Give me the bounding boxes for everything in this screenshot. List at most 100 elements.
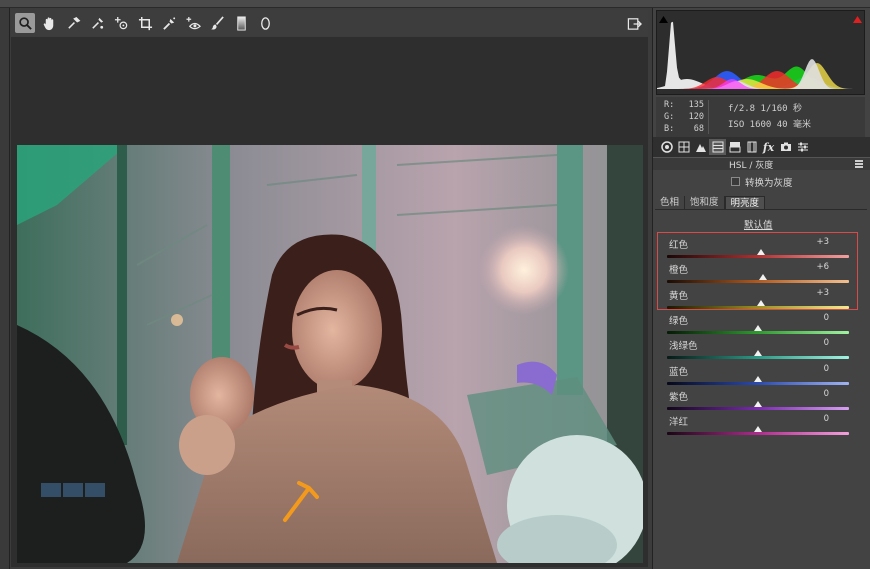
- slider-blue: 蓝色 0: [667, 364, 851, 389]
- slider-magenta-track[interactable]: [667, 432, 849, 436]
- red-eye-tool[interactable]: [183, 13, 203, 33]
- slider-magenta-value[interactable]: 0: [824, 414, 829, 424]
- section-title: HSL / 灰度: [729, 161, 774, 171]
- brush-icon: [210, 15, 224, 29]
- subtab-luminance[interactable]: 明亮度: [724, 196, 766, 209]
- fx-icon: fx: [762, 140, 775, 154]
- hsl-subtabs: 色相 饱和度 明亮度: [655, 196, 867, 210]
- magnifier-icon: [18, 16, 32, 30]
- window-frame-top: [0, 0, 870, 8]
- lens-icon: [747, 141, 756, 153]
- panel-tabs: fx: [653, 137, 870, 157]
- radial-filter-tool[interactable]: [255, 13, 275, 33]
- sliders-icon: [797, 142, 808, 152]
- convert-grayscale-checkbox[interactable]: [731, 177, 740, 186]
- spot-removal-tool[interactable]: [159, 13, 179, 33]
- slider-blue-track[interactable]: [667, 381, 849, 385]
- slider-green-label: 绿色: [669, 315, 689, 327]
- g-label: G:: [664, 112, 675, 122]
- g-readout: G: 120: [664, 112, 704, 122]
- mountain-icon: [695, 144, 706, 152]
- image-canvas[interactable]: [11, 37, 648, 567]
- eyedropper-icon: [67, 16, 80, 29]
- shadow-clip-icon: [659, 16, 668, 23]
- slider-aqua-thumb[interactable]: [754, 350, 762, 357]
- camera-icon: [780, 142, 791, 151]
- highlight-clipping-toggle[interactable]: [853, 13, 862, 23]
- tab-split-toning[interactable]: [726, 139, 743, 155]
- tab-tone-curve[interactable]: [675, 139, 692, 155]
- tab-presets[interactable]: [794, 139, 811, 155]
- hand-tool[interactable]: [39, 13, 59, 33]
- convert-grayscale-label: 转换为灰度: [745, 178, 793, 189]
- slider-purple-label: 紫色: [669, 391, 689, 403]
- shadow-clipping-toggle[interactable]: [659, 13, 668, 23]
- highlight-annotation: [657, 232, 858, 310]
- tab-hsl[interactable]: [709, 139, 726, 155]
- graduated-filter-tool[interactable]: [231, 13, 251, 33]
- g-value: 120: [688, 112, 704, 122]
- subtab-hue[interactable]: 色相: [655, 196, 686, 209]
- target-adjust-tool[interactable]: [111, 13, 131, 33]
- sampler-icon: [91, 17, 103, 29]
- curve-grid-icon: [678, 141, 689, 153]
- slider-aqua-value[interactable]: 0: [824, 338, 829, 348]
- histogram-graph: [657, 21, 864, 89]
- slider-purple: 紫色 0: [667, 389, 851, 414]
- toolbar: [11, 10, 648, 36]
- zoom-tool[interactable]: [15, 13, 35, 33]
- tab-basic[interactable]: [658, 139, 675, 155]
- slider-green-value[interactable]: 0: [824, 313, 829, 323]
- slider-green-thumb[interactable]: [754, 324, 762, 331]
- b-readout: B: 68: [664, 124, 704, 134]
- r-label: R:: [664, 100, 675, 110]
- slider-purple-value[interactable]: 0: [824, 389, 829, 399]
- info-readout: R: 135 G: 120 B: 68 f/2.8 1/160 秒 ISO 1600 …: [656, 97, 865, 137]
- slider-magenta: 洋红 0: [667, 414, 851, 439]
- section-header: HSL / 灰度: [653, 157, 870, 171]
- tab-detail[interactable]: [692, 139, 709, 155]
- subtab-saturation[interactable]: 饱和度: [685, 196, 725, 209]
- default-link[interactable]: 默认值: [744, 217, 773, 231]
- readout-divider: [708, 100, 709, 134]
- crop-icon: [138, 16, 152, 30]
- convert-grayscale-row: 转换为灰度: [653, 174, 870, 190]
- slider-purple-thumb[interactable]: [754, 400, 762, 407]
- eye-icon: [185, 16, 201, 29]
- slider-green: 绿色 0: [667, 313, 851, 338]
- hsl-bars-icon: [712, 141, 723, 153]
- aperture-icon: [660, 141, 673, 153]
- slider-purple-track[interactable]: [667, 406, 849, 410]
- tab-camera-calibration[interactable]: [777, 139, 794, 155]
- brush-spot-icon: [162, 16, 175, 30]
- adjustment-brush-tool[interactable]: [207, 13, 227, 33]
- iso-focal: ISO 1600 40 毫米: [728, 120, 812, 130]
- r-readout: R: 135: [664, 100, 704, 110]
- highlight-clip-icon: [853, 16, 862, 23]
- white-balance-tool[interactable]: [63, 13, 83, 33]
- slider-blue-label: 蓝色: [669, 366, 689, 378]
- b-label: B:: [664, 124, 675, 134]
- photo-preview[interactable]: [17, 145, 643, 563]
- export-icon: [627, 17, 642, 30]
- adjustment-panel: R: 135 G: 120 B: 68 f/2.8 1/160 秒 ISO 1600 …: [652, 8, 870, 569]
- slider-green-track[interactable]: [667, 330, 849, 334]
- r-value: 135: [688, 100, 704, 110]
- slider-aqua-label: 浅绿色: [669, 341, 698, 353]
- fullscreen-button[interactable]: [624, 13, 644, 33]
- crop-tool[interactable]: [135, 13, 155, 33]
- photo-image: [17, 145, 643, 563]
- histogram: [656, 10, 865, 95]
- tab-effects[interactable]: fx: [760, 139, 777, 155]
- window-frame-left: [0, 8, 10, 569]
- slider-blue-value[interactable]: 0: [824, 364, 829, 374]
- tab-lens-corrections[interactable]: [743, 139, 760, 155]
- panel-menu-icon[interactable]: [855, 160, 863, 168]
- slider-aqua-track[interactable]: [667, 356, 849, 360]
- slider-magenta-thumb[interactable]: [754, 426, 762, 433]
- b-value: 68: [693, 124, 704, 134]
- color-sampler-tool[interactable]: [87, 13, 107, 33]
- gradient-icon: [236, 15, 246, 31]
- slider-blue-thumb[interactable]: [754, 375, 762, 382]
- aperture-shutter: f/2.8 1/160 秒: [728, 104, 803, 114]
